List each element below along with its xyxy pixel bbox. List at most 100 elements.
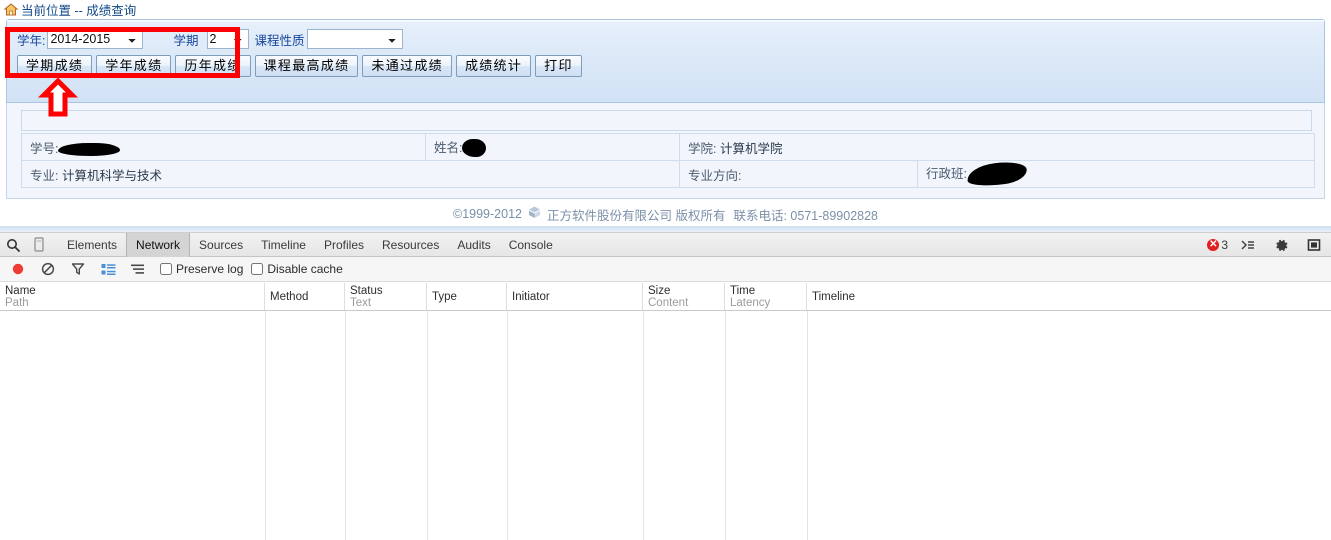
college-value: 计算机学院: [719, 141, 783, 156]
column-header-status[interactable]: Status Text: [345, 283, 427, 310]
student-id-redaction: [58, 142, 121, 156]
tab-elements[interactable]: Elements: [58, 233, 126, 257]
search-icon[interactable]: [0, 233, 26, 257]
student-id-cell: 学号:: [21, 133, 426, 161]
column-title: Size: [648, 285, 671, 297]
error-icon: ✕: [1207, 239, 1220, 251]
column-divider: [265, 311, 266, 540]
student-id-label: 学号:: [30, 141, 59, 156]
history-grades-button[interactable]: 历年成绩: [175, 55, 251, 77]
college-cell: 学院: 计算机学院: [678, 133, 1316, 161]
column-subtitle: Path: [5, 297, 29, 309]
column-title: Status: [350, 285, 383, 297]
column-subtitle: Content: [648, 297, 689, 309]
network-rows-area[interactable]: [0, 311, 1331, 540]
column-header-type[interactable]: Type: [427, 283, 507, 310]
column-subtitle: Latency: [730, 297, 771, 309]
direction-label: 专业方向:: [688, 168, 742, 183]
filter-icon[interactable]: [64, 257, 92, 281]
disable-cache-label: Disable cache: [267, 262, 343, 276]
devtools-tabbar: Elements Network Sources Timeline Profil…: [0, 232, 1331, 257]
preserve-log-checkbox[interactable]: Preserve log: [160, 262, 243, 276]
tab-timeline[interactable]: Timeline: [252, 233, 315, 257]
contact-text: 联系电话: 0571-89902828: [733, 208, 879, 223]
column-title: Time: [730, 285, 756, 297]
print-button[interactable]: 打印: [535, 55, 582, 77]
device-toggle-icon[interactable]: [26, 233, 52, 257]
column-title: Name: [5, 285, 36, 297]
column-subtitle: Text: [350, 297, 372, 309]
tab-network[interactable]: Network: [126, 232, 191, 257]
network-column-headers: Name Path Method Status Text Type Initia…: [0, 283, 1331, 311]
term-select[interactable]: 2: [206, 29, 249, 49]
copyright-text: ©1999-2012: [452, 207, 522, 221]
tab-console[interactable]: Console: [500, 233, 562, 257]
preserve-log-input[interactable]: [160, 263, 172, 275]
devtools-tabbar-right: ✕ 3: [1207, 233, 1327, 257]
devtools-panel: Elements Network Sources Timeline Profil…: [0, 232, 1331, 540]
tab-profiles[interactable]: Profiles: [315, 233, 373, 257]
column-divider: [427, 311, 428, 540]
page-footer: ©1999-2012 正方软件股份有限公司 版权所有 联系电话: 0571-89…: [0, 203, 1331, 225]
grade-stats-button[interactable]: 成绩统计: [455, 55, 532, 77]
column-title: Method: [270, 291, 309, 303]
column-divider: [507, 311, 508, 540]
column-divider: [807, 311, 808, 540]
table-row: 专业: 计算机科学与技术 专业方向: 行政班:: [21, 160, 1316, 188]
gear-icon[interactable]: [1268, 233, 1294, 257]
column-title: Type: [432, 291, 457, 303]
term-grades-button[interactable]: 学期成绩: [17, 55, 93, 77]
school-year-label: 学年:: [17, 33, 46, 48]
course-max-grades-button[interactable]: 课程最高成绩: [254, 55, 359, 77]
column-header-timeline[interactable]: Timeline: [807, 283, 1331, 310]
query-button-row: 学期成绩 学年成绩 历年成绩 课程最高成绩 未通过成绩 成绩统计 打印: [17, 55, 582, 77]
course-nature-select[interactable]: [306, 29, 403, 49]
student-name-redaction: [462, 139, 487, 158]
clear-icon[interactable]: [34, 257, 62, 281]
table-row: 学号: 姓名: 学院: 计算机学院: [21, 133, 1316, 161]
student-name-label: 姓名:: [434, 140, 463, 155]
query-toolbar-panel: 学年: 2014-2015 学期 2 课程性质 学期成绩 学年成绩 历年成绩 课…: [6, 19, 1325, 103]
column-title: Initiator: [512, 291, 550, 303]
tab-resources[interactable]: Resources: [373, 233, 448, 257]
student-name-cell: 姓名:: [425, 133, 680, 161]
network-request-grid: Name Path Method Status Text Type Initia…: [0, 283, 1331, 540]
record-button-icon[interactable]: [4, 257, 32, 281]
course-nature-label: 课程性质: [254, 33, 305, 48]
result-header-strip: [21, 110, 1312, 131]
direction-cell: 专业方向:: [679, 160, 918, 188]
class-redaction: [965, 161, 1029, 187]
column-header-initiator[interactable]: Initiator: [507, 283, 643, 310]
disable-cache-input[interactable]: [251, 263, 264, 275]
column-header-name[interactable]: Name Path: [0, 283, 265, 310]
network-toolbar: Preserve log Disable cache: [0, 257, 1331, 282]
error-count-text: 3: [1221, 238, 1228, 252]
result-panel: 学号: 姓名: 学院: 计算机学院 专业: 计算机科学与技术 专业方向: 行政班…: [6, 103, 1325, 199]
preserve-log-label: Preserve log: [176, 262, 244, 276]
devtools-tab-list: Elements Network Sources Timeline Profil…: [58, 232, 562, 257]
column-title: Timeline: [812, 291, 856, 303]
tab-sources[interactable]: Sources: [190, 233, 252, 257]
column-header-size[interactable]: Size Content: [643, 283, 725, 310]
tab-audits[interactable]: Audits: [448, 233, 499, 257]
company-text: 正方软件股份有限公司 版权所有: [546, 208, 726, 223]
error-count-badge[interactable]: ✕ 3: [1207, 238, 1228, 252]
filter-row: 学年: 2014-2015 学期 2 课程性质: [17, 29, 403, 49]
column-header-time[interactable]: Time Latency: [725, 283, 807, 310]
cube-logo-icon: [527, 205, 542, 223]
breadcrumb-text: 当前位置 -- 成绩查询: [21, 3, 137, 18]
column-divider: [345, 311, 346, 540]
capture-screenshots-icon[interactable]: [124, 257, 152, 281]
console-drawer-icon[interactable]: [1235, 233, 1261, 257]
school-year-select[interactable]: 2014-2015: [47, 29, 144, 49]
column-divider: [643, 311, 644, 540]
major-label: 专业:: [30, 168, 59, 183]
class-cell: 行政班:: [916, 160, 1316, 188]
large-rows-icon[interactable]: [94, 257, 122, 281]
disable-cache-checkbox[interactable]: Disable cache: [251, 262, 343, 276]
student-info-table: 学号: 姓名: 学院: 计算机学院 专业: 计算机科学与技术 专业方向: 行政班…: [21, 133, 1316, 188]
failed-grades-button[interactable]: 未通过成绩: [362, 55, 452, 77]
year-grades-button[interactable]: 学年成绩: [96, 55, 172, 77]
dock-side-icon[interactable]: [1301, 233, 1327, 257]
column-header-method[interactable]: Method: [265, 283, 345, 310]
